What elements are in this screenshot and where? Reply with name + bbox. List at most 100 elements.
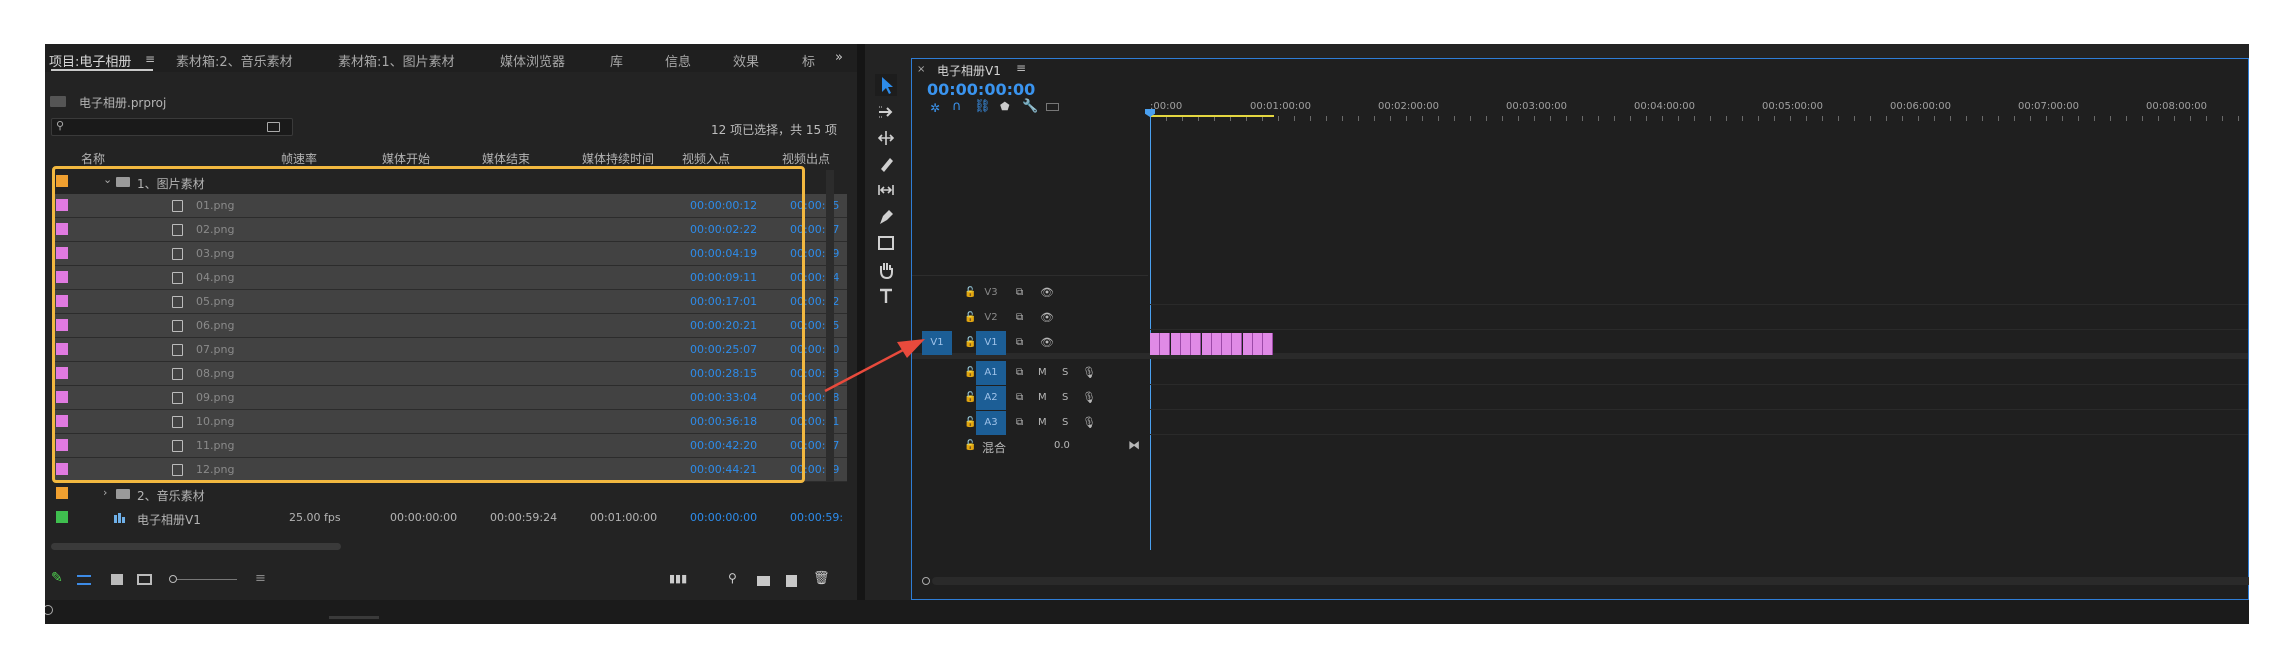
panel-menu-icon[interactable]: ≡: [145, 52, 155, 66]
track-select-tool-icon[interactable]: [875, 101, 897, 123]
microphone-icon[interactable]: 🎙: [1082, 416, 1096, 429]
lock-icon[interactable]: 🔓: [964, 367, 976, 378]
go-to-in-out-icon[interactable]: ⧓: [1128, 438, 1140, 452]
sync-lock-icon[interactable]: ⧉: [1016, 312, 1023, 323]
label-color-swatch[interactable]: [56, 343, 68, 355]
timeline-clip[interactable]: [1180, 333, 1191, 355]
track-label[interactable]: A1: [976, 361, 1006, 385]
tab-media-browser[interactable]: 媒体浏览器: [500, 51, 565, 70]
expand-chevron-icon[interactable]: ›: [103, 486, 107, 499]
column-media-duration[interactable]: 媒体持续时间: [582, 150, 654, 167]
horizontal-scrollbar[interactable]: [51, 543, 341, 550]
mute-button[interactable]: M: [1038, 392, 1047, 403]
timeline-clip[interactable]: [1150, 333, 1160, 355]
timeline-clip[interactable]: [1191, 333, 1202, 355]
sync-lock-icon[interactable]: ⧉: [1016, 367, 1023, 378]
solo-button[interactable]: S: [1062, 367, 1068, 378]
timeline-clip[interactable]: [1253, 333, 1263, 355]
eye-icon[interactable]: 👁: [1040, 311, 1054, 324]
column-video-in[interactable]: 视频入点: [682, 150, 730, 167]
label-color-swatch[interactable]: [56, 439, 68, 451]
audio-track-lane[interactable]: [1150, 361, 2248, 385]
zoom-slider-handle[interactable]: [169, 575, 177, 583]
sync-lock-icon[interactable]: ⧉: [1016, 392, 1023, 403]
mute-button[interactable]: M: [1038, 417, 1047, 428]
video-track-lane[interactable]: [1150, 281, 2248, 305]
solo-button[interactable]: S: [1062, 417, 1068, 428]
zoom-slider-track[interactable]: [177, 579, 237, 580]
pen-tool-icon[interactable]: [875, 206, 897, 228]
column-media-end[interactable]: 媒体结束: [482, 150, 530, 167]
eye-icon[interactable]: 👁: [1040, 336, 1054, 349]
sequence-row[interactable]: 电子相册V1 25.00 fps 00:00:00:00 00:00:59:24…: [53, 506, 847, 530]
list-item[interactable]: 12.png 00:00:44:21 00:00:49: [53, 458, 847, 482]
lock-icon[interactable]: 🔓: [964, 440, 976, 451]
label-color-swatch[interactable]: [56, 319, 68, 331]
mute-button[interactable]: M: [1038, 367, 1047, 378]
microphone-icon[interactable]: 🎙: [1082, 391, 1096, 404]
icon-view-icon[interactable]: [111, 574, 123, 585]
list-item[interactable]: 06.png 00:00:20:21 00:00:25: [53, 314, 847, 338]
video-track-lane[interactable]: [1150, 306, 2248, 330]
list-item[interactable]: 09.png 00:00:33:04 00:00:38: [53, 386, 847, 410]
column-framerate[interactable]: 帧速率: [281, 150, 317, 167]
lock-icon[interactable]: 🔓: [964, 392, 976, 403]
list-item[interactable]: 08.png 00:00:28:15 00:00:33: [53, 362, 847, 386]
label-color-swatch[interactable]: [56, 367, 68, 379]
expand-chevron-icon[interactable]: ⌄: [103, 173, 112, 186]
timeline-clip[interactable]: [1242, 333, 1253, 355]
list-item[interactable]: 07.png 00:00:25:07 00:00:30: [53, 338, 847, 362]
list-item[interactable]: 01.png 00:00:00:12 00:00:05: [53, 194, 847, 218]
tab-libraries[interactable]: 库: [610, 51, 623, 70]
label-color-swatch[interactable]: [56, 415, 68, 427]
list-item[interactable]: 04.png 00:00:09:11 00:00:14: [53, 266, 847, 290]
vertical-scrollbar[interactable]: [826, 170, 834, 482]
timeline-clip[interactable]: [1232, 333, 1243, 355]
track-label[interactable]: V1: [976, 331, 1006, 355]
lock-icon[interactable]: 🔓: [964, 337, 976, 348]
list-view-icon[interactable]: [77, 575, 91, 585]
label-color-swatch[interactable]: [56, 247, 68, 259]
folder-row-music[interactable]: › 2、音乐素材: [53, 482, 847, 506]
new-bin-icon[interactable]: [757, 576, 770, 586]
list-item[interactable]: 05.png 00:00:17:01 00:00:22: [53, 290, 847, 314]
trash-icon[interactable]: 🗑: [813, 571, 830, 586]
timeline-clip[interactable]: [1170, 333, 1181, 355]
tab-info[interactable]: 信息: [665, 51, 691, 70]
list-item[interactable]: 11.png 00:00:42:20 00:00:47: [53, 434, 847, 458]
track-label[interactable]: A2: [976, 386, 1006, 410]
timeline-horizontal-scrollbar[interactable]: [932, 577, 2249, 585]
tab-bin-music[interactable]: 素材箱:2、音乐素材: [176, 51, 293, 70]
lock-icon[interactable]: 🔓: [964, 417, 976, 428]
folder-row-images[interactable]: ⌄ 1、图片素材: [53, 170, 847, 194]
new-item-icon[interactable]: [786, 575, 797, 587]
freeform-view-icon[interactable]: [137, 574, 152, 585]
pencil-icon[interactable]: ✎: [51, 570, 63, 586]
timeline-zoom-handle[interactable]: [922, 577, 930, 585]
label-color-swatch[interactable]: [56, 271, 68, 283]
hand-tool-icon[interactable]: [875, 259, 897, 281]
track-label[interactable]: V3: [976, 281, 1006, 305]
ripple-edit-tool-icon[interactable]: [875, 127, 897, 149]
timeline-clip[interactable]: [1222, 333, 1233, 355]
rectangle-tool-icon[interactable]: [875, 232, 897, 254]
label-color-swatch[interactable]: [56, 391, 68, 403]
slip-tool-icon[interactable]: [875, 179, 897, 201]
lock-icon[interactable]: 🔓: [964, 287, 976, 298]
label-color-swatch[interactable]: [56, 511, 68, 523]
new-search-bin-icon[interactable]: [267, 122, 280, 132]
tab-bin-images[interactable]: 素材箱:1、图片素材: [338, 51, 455, 70]
video-track-lane[interactable]: [1150, 331, 2248, 355]
column-name[interactable]: 名称: [81, 150, 105, 167]
sync-lock-icon[interactable]: ⧉: [1016, 287, 1023, 298]
search-input[interactable]: ⚲: [51, 118, 293, 136]
panel-divider[interactable]: [857, 44, 865, 600]
audio-track-lane[interactable]: [1150, 386, 2248, 410]
tab-markers[interactable]: 标: [802, 51, 815, 70]
sync-lock-icon[interactable]: ⧉: [1016, 337, 1023, 348]
label-color-swatch[interactable]: [56, 223, 68, 235]
audio-track-lane[interactable]: [1150, 411, 2248, 435]
track-label[interactable]: V2: [976, 306, 1006, 330]
list-item[interactable]: 10.png 00:00:36:18 00:00:41: [53, 410, 847, 434]
label-color-swatch[interactable]: [56, 463, 68, 475]
